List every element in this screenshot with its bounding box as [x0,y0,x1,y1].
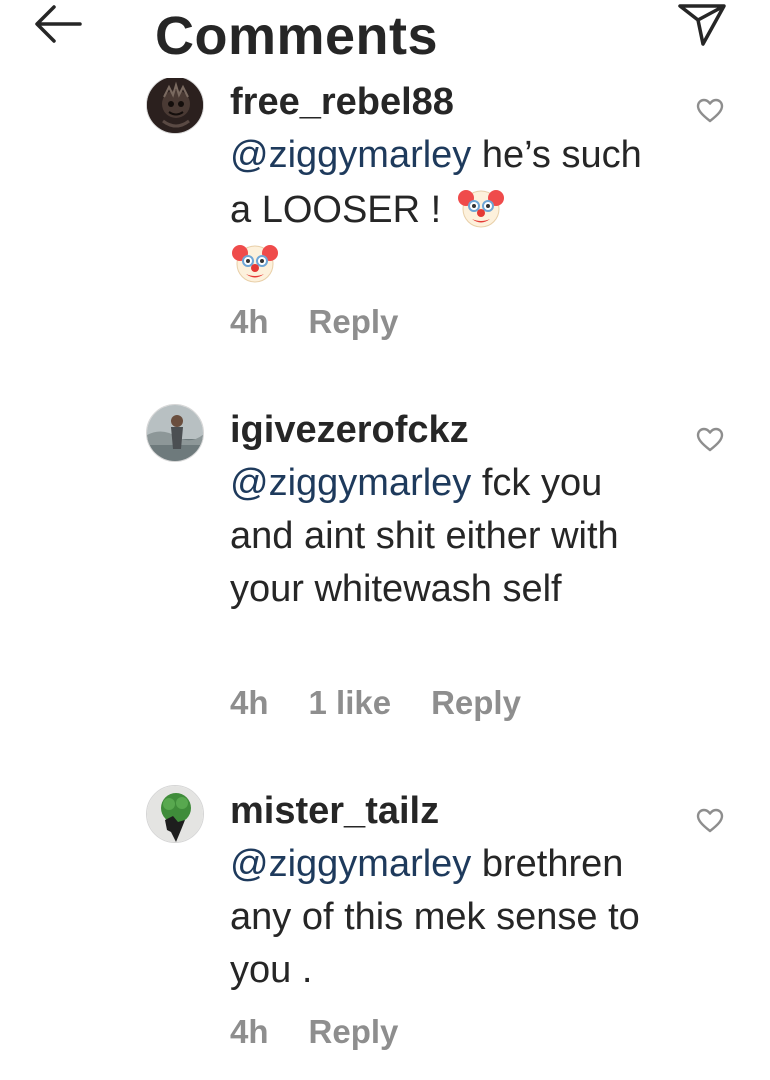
comment-username[interactable]: mister_tailz [230,790,439,832]
comment-mention[interactable]: @ziggymarley [230,843,471,885]
back-arrow-icon [35,5,82,43]
comment-mention[interactable]: @ziggymarley [230,134,471,176]
comment-username[interactable]: igivezerofckz [230,409,469,451]
comment-time: 4h [230,684,269,721]
avatar[interactable] [146,404,204,462]
comment-meta: 4h Reply [230,1013,438,1051]
comment-meta: 4h Reply [230,303,438,341]
like-button[interactable] [696,427,724,453]
like-button[interactable] [696,808,724,834]
heart-icon [696,808,724,833]
page-title: Comments [155,6,439,66]
avatar[interactable] [146,76,204,134]
comment-mention[interactable]: @ziggymarley [230,462,471,504]
comment-time: 4h [230,303,269,340]
avatar-image [147,786,203,842]
heart-icon [696,98,724,123]
comment-time: 4h [230,1013,269,1050]
send-icon [678,4,726,46]
clown-face-icon [457,190,504,228]
likes-count[interactable]: 1 like [309,684,392,722]
comment-text: igivezerofckz @ziggymarley fck you and a… [230,404,650,616]
reply-button[interactable]: Reply [431,684,521,722]
back-button[interactable] [30,2,86,46]
clown-face-icon [232,245,278,283]
comment-text: free_rebel88 @ziggymarley he’s such a LO… [230,76,650,292]
comments-header: Comments [0,0,770,78]
comment-meta: 4h 1 like Reply [230,684,561,722]
avatar-image [147,77,203,133]
reply-button[interactable]: Reply [309,303,399,341]
avatar-image [147,405,203,461]
comment-username[interactable]: free_rebel88 [230,81,454,123]
avatar[interactable] [146,785,204,843]
comment-text: mister_tailz @ziggymarley brethren any o… [230,785,650,997]
like-button[interactable] [696,98,724,124]
reply-button[interactable]: Reply [309,1013,399,1051]
share-button[interactable] [676,0,728,48]
heart-icon [696,427,724,452]
